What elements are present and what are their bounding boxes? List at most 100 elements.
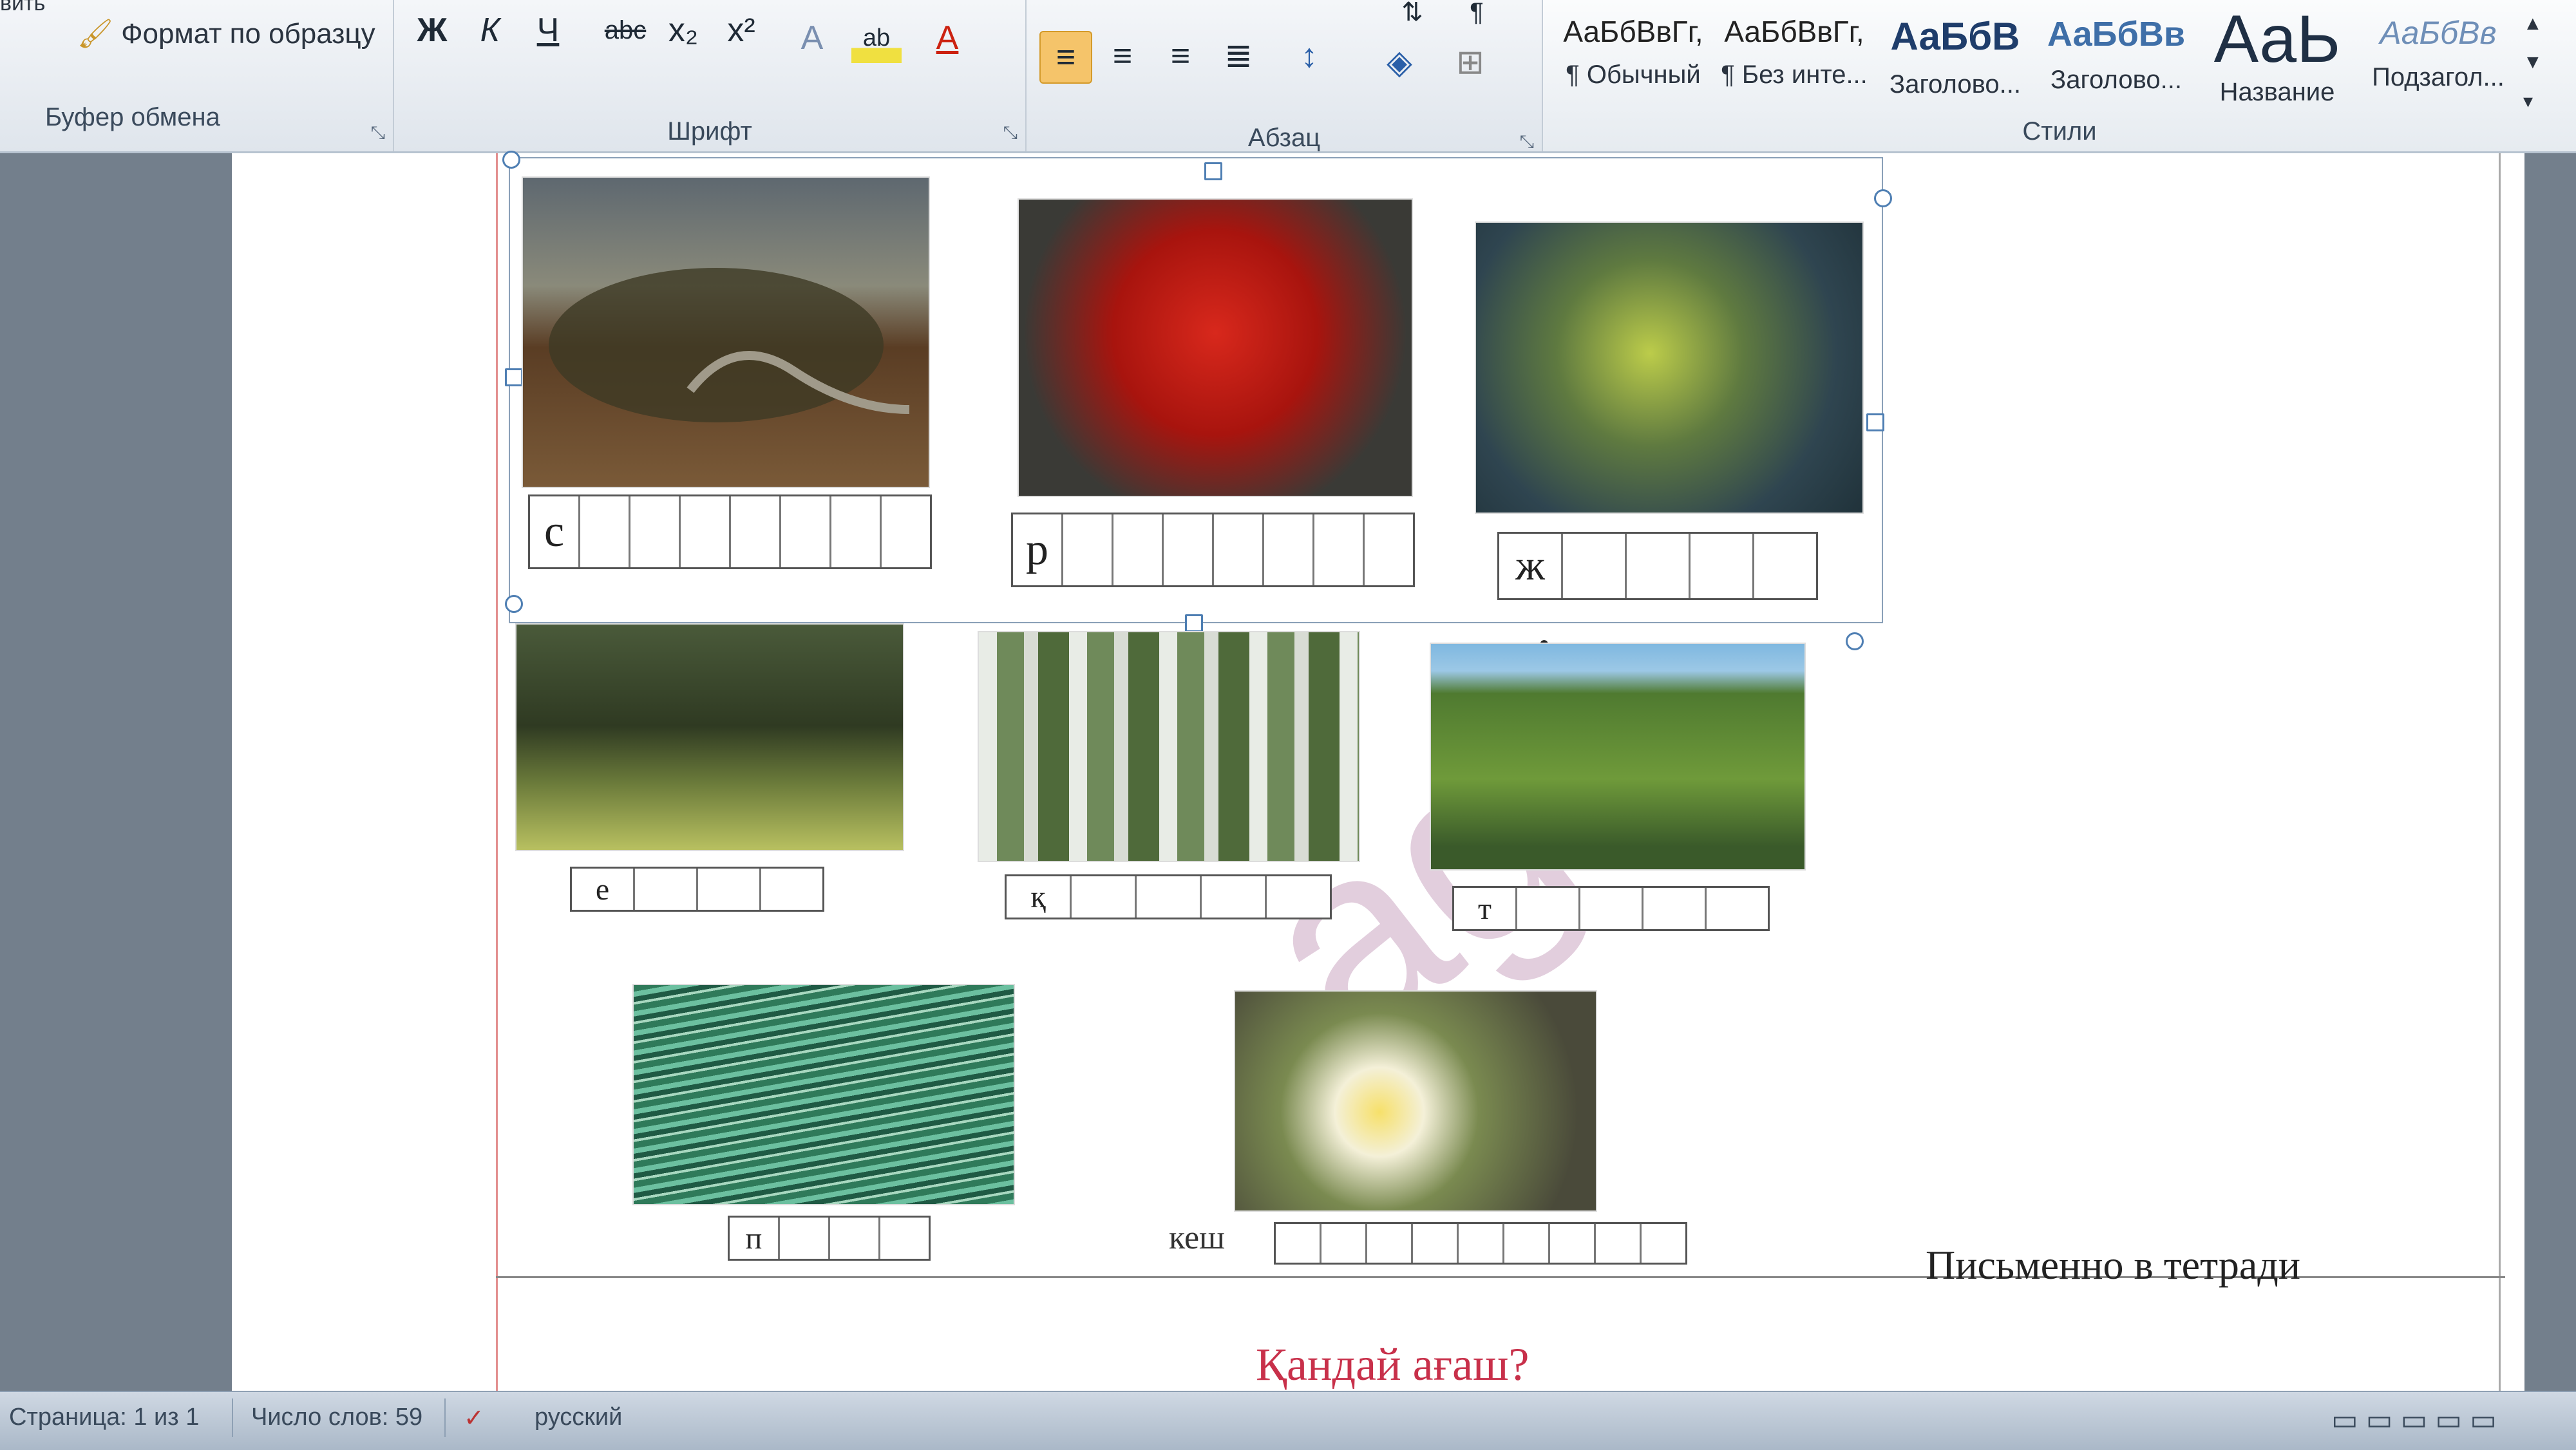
subscript-button[interactable]: x₂ (658, 5, 708, 55)
answer-cell[interactable] (1580, 888, 1643, 929)
answer-cell[interactable] (1276, 1224, 1321, 1263)
align-center-button[interactable]: ≡ (1097, 31, 1148, 81)
answer-cell[interactable] (580, 496, 630, 567)
answer-cell[interactable] (1413, 1224, 1459, 1263)
underline-button[interactable]: Ч (523, 5, 573, 55)
align-left-button[interactable]: ≡ (1039, 31, 1092, 84)
word-count[interactable]: Число слов: 59 (251, 1404, 422, 1431)
answer-cell[interactable] (1596, 1224, 1642, 1263)
resize-handle-bottom-left[interactable] (505, 595, 523, 613)
document-page[interactable]: ag ✥ с р (232, 151, 2524, 1396)
answer-cell[interactable] (1642, 1224, 1685, 1263)
answer-cell[interactable] (1321, 1224, 1367, 1263)
superscript-button[interactable]: x² (716, 5, 766, 55)
resize-handle-left[interactable] (505, 368, 523, 386)
answer-boxes-6[interactable]: т (1452, 886, 1770, 931)
resize-handle-bottom[interactable] (1185, 614, 1203, 632)
answer-cell[interactable] (1707, 888, 1768, 929)
answer-cell[interactable] (1314, 514, 1365, 585)
photo-poplar-trees[interactable] (1430, 643, 1806, 871)
line-spacing-button[interactable]: ↕ (1284, 31, 1334, 81)
answer-cell[interactable] (698, 869, 761, 910)
answer-cell[interactable] (635, 869, 698, 910)
show-marks-button[interactable]: ¶ (1452, 0, 1502, 37)
answer-cell[interactable] (1214, 514, 1264, 585)
answer-cell[interactable] (1690, 534, 1754, 598)
align-right-button[interactable]: ≡ (1155, 31, 1206, 81)
borders-button[interactable]: ⊞ (1445, 37, 1495, 88)
answer-cell[interactable] (630, 496, 681, 567)
answer-cell[interactable] (1459, 1224, 1504, 1263)
text-effects-button[interactable]: A (787, 13, 837, 63)
answer-boxes-2[interactable]: р (1011, 513, 1415, 587)
answer-cell[interactable] (1202, 876, 1267, 918)
answer-cell[interactable] (780, 1218, 830, 1259)
resize-handle-top[interactable] (1204, 162, 1222, 180)
paragraph-launcher-icon[interactable]: ⤡ (1520, 131, 1534, 153)
answer-cell[interactable] (1264, 514, 1314, 585)
answer-cell[interactable] (1267, 876, 1330, 918)
styles-scroll-down-icon[interactable]: ▼ (2523, 52, 2543, 73)
language-indicator[interactable]: русский (535, 1404, 622, 1431)
answer-cell[interactable] (681, 496, 731, 567)
resize-handle-top-right[interactable] (1874, 189, 1892, 207)
answer-cell[interactable] (1627, 534, 1690, 598)
clipboard-launcher-icon[interactable]: ⤡ (371, 122, 385, 144)
proofing-icon[interactable]: ✓ (464, 1404, 484, 1433)
resize-handle-right[interactable] (1866, 413, 1884, 431)
photo-green-onion[interactable] (632, 984, 1015, 1205)
answer-cell[interactable] (1164, 514, 1214, 585)
answer-cell[interactable] (831, 496, 882, 567)
page-count[interactable]: Страница: 1 из 1 (9, 1404, 199, 1431)
highlight-button[interactable]: ab (851, 13, 902, 63)
photo-juniper[interactable] (1475, 221, 1864, 514)
cut-button-partial[interactable]: вить (0, 0, 45, 16)
styles-scroll-up-icon[interactable]: ▲ (2523, 13, 2543, 35)
justify-button[interactable]: ≣ (1213, 31, 1264, 81)
answer-boxes-8[interactable] (1274, 1222, 1687, 1265)
answer-cell[interactable] (1563, 534, 1627, 598)
photo-oak-tree[interactable] (515, 623, 904, 851)
style-title[interactable]: АаЬ Название (2200, 2, 2354, 134)
style-no-spacing[interactable]: АаБбВвГг, ¶ Без инте... (1717, 5, 1871, 134)
answer-cell[interactable] (761, 869, 822, 910)
bold-button[interactable]: Ж (407, 5, 457, 55)
resize-handle-bottom-right[interactable] (1846, 632, 1864, 650)
italic-button[interactable]: К (465, 5, 515, 55)
answer-boxes-3[interactable]: ж (1497, 532, 1818, 600)
style-heading-2[interactable]: АаБбВв Заголово... (2039, 5, 2193, 134)
answer-cell[interactable] (1550, 1224, 1596, 1263)
style-heading-1[interactable]: АаБбВ Заголово... (1878, 5, 2032, 134)
answer-cell[interactable] (830, 1218, 880, 1259)
answer-boxes-4[interactable]: е (570, 867, 824, 912)
photo-birch-trees[interactable] (978, 631, 1360, 862)
answer-cell[interactable] (880, 1218, 929, 1259)
photo-rose[interactable] (1018, 198, 1413, 497)
font-color-button[interactable]: A (922, 13, 972, 63)
answer-cell[interactable] (1517, 888, 1580, 929)
answer-boxes-5[interactable]: қ (1005, 874, 1332, 919)
font-launcher-icon[interactable]: ⤡ (1003, 122, 1018, 144)
answer-cell[interactable] (1754, 534, 1816, 598)
answer-cell[interactable] (1113, 514, 1164, 585)
answer-cell[interactable] (1072, 876, 1137, 918)
resize-handle-top-left[interactable] (502, 151, 520, 169)
answer-cell[interactable] (1643, 888, 1707, 929)
view-buttons-icon[interactable]: ▭ ▭ ▭ ▭ ▭ (2331, 1404, 2497, 1436)
answer-cell[interactable] (1365, 514, 1413, 585)
answer-cell[interactable] (1137, 876, 1202, 918)
shading-button[interactable]: ◈ (1374, 37, 1425, 88)
answer-boxes-7[interactable]: п (728, 1216, 931, 1261)
answer-cell[interactable] (781, 496, 831, 567)
style-normal[interactable]: АаБбВвГг, ¶ Обычный (1556, 5, 1710, 134)
sort-button[interactable]: ⇅ (1387, 0, 1437, 37)
photo-saxaul-tree[interactable] (522, 176, 930, 488)
answer-cell[interactable] (1063, 514, 1113, 585)
styles-more-icon[interactable]: ▾ (2523, 90, 2533, 113)
format-painter-button[interactable]: 🖌 Формат по образцу (77, 17, 375, 50)
answer-cell[interactable] (882, 496, 930, 567)
photo-tulips[interactable] (1234, 990, 1597, 1212)
style-subtitle[interactable]: АаБбВв Подзагол... (2361, 5, 2515, 134)
answer-cell[interactable] (1504, 1224, 1550, 1263)
answer-boxes-1[interactable]: с (528, 494, 932, 569)
